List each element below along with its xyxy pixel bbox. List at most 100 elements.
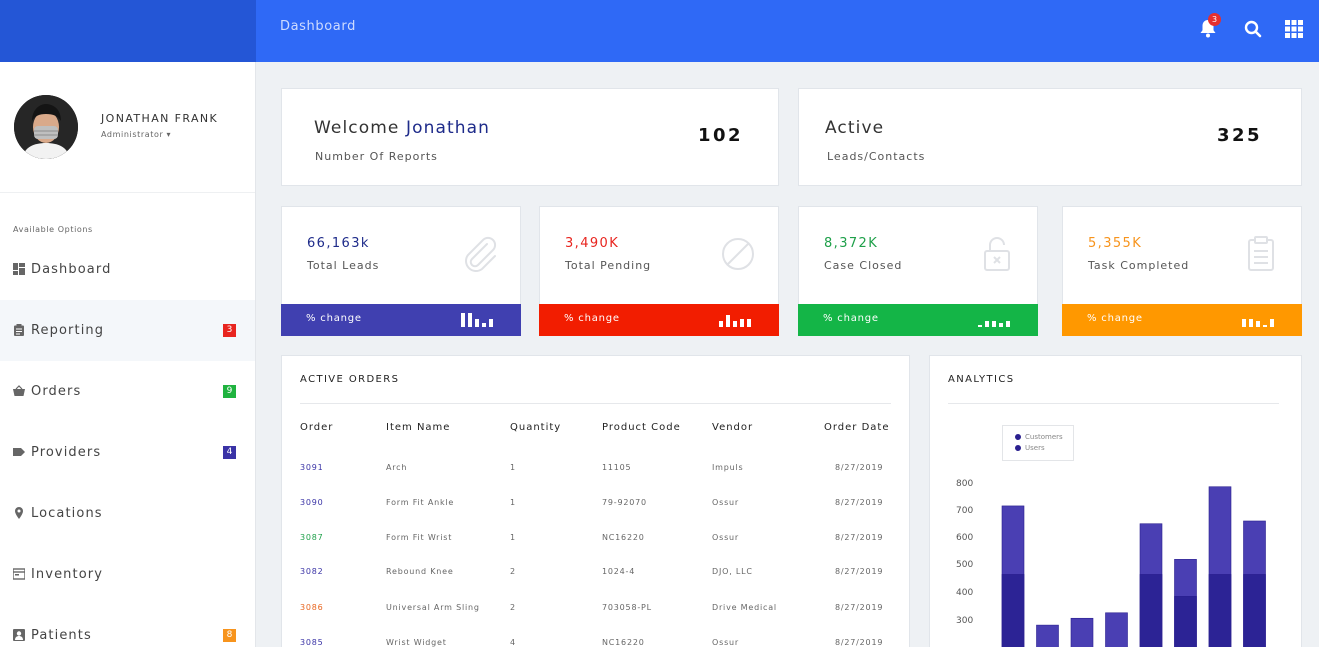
search-icon [1244,20,1262,38]
dashboard-icon [13,263,25,275]
order-date-cell: 8/27/2019 [835,603,884,612]
item-name-cell: Universal Arm Sling [386,603,480,612]
column-header-order-date[interactable]: Order Date [824,422,890,433]
order-id-link[interactable]: 3090 [300,498,324,507]
table-row[interactable]: 3091 Arch 1 11105 Impuls 8/27/2019 [282,463,909,498]
user-role-dropdown[interactable]: Administrator ▾ [101,130,171,139]
chart-bar-users-8[interactable] [1243,574,1266,647]
leads-count: 325 [1217,125,1263,146]
notification-badge: 3 [1208,13,1221,26]
quantity-cell: 1 [510,463,516,472]
sidebar-item-label: Dashboard [31,262,112,277]
stat-change-bar: % change [1062,304,1302,336]
chart-bar-customers-2[interactable] [1036,624,1059,647]
avatar[interactable] [14,95,78,159]
inventory-icon [13,568,25,580]
stat-value: 8,372K [824,236,879,251]
order-id-link[interactable]: 3082 [300,567,324,576]
stat-card-total-pending[interactable]: 3,490K Total Pending % change [539,206,779,336]
sparkline [978,313,1012,327]
table-row[interactable]: 3090 Form Fit Ankle 1 79-92070 Ossur 8/2… [282,498,909,533]
chart-bar-customers-3[interactable] [1070,617,1094,647]
sparkline [461,313,495,327]
divider [300,403,891,404]
notifications-button[interactable]: 3 [1198,13,1221,40]
column-header-item-name[interactable]: Item Name [386,422,450,433]
stat-card-task-completed[interactable]: 5,355K Task Completed % change [1062,206,1302,336]
order-id-link[interactable]: 3091 [300,463,324,472]
vendor-cell: Ossur [712,498,739,507]
user-photo [14,95,78,159]
sparkline-bar [978,325,982,327]
product-code-cell: 1024-4 [602,567,636,576]
user-profile: JONATHAN FRANK Administrator ▾ [0,62,255,193]
sparkline-bar [489,319,493,327]
quantity-cell: 1 [510,533,516,542]
unlock-icon [984,237,1010,271]
apps-menu-button[interactable] [1283,18,1305,40]
sidebar-item-locations[interactable]: Locations [0,483,255,544]
sidebar-item-label: Inventory [31,567,103,582]
table-row[interactable]: 3085 Wrist Widget 4 NC16220 Ossur 8/27/2… [282,638,909,647]
breadcrumb[interactable]: Dashboard [280,19,356,34]
tag-icon [13,448,25,456]
stat-value: 5,355K [1088,236,1143,251]
sidebar-item-reporting[interactable]: Reporting 3 [0,300,255,361]
order-date-cell: 8/27/2019 [835,533,884,542]
order-id-link[interactable]: 3087 [300,533,324,542]
sparkline-bar [468,313,472,327]
order-date-cell: 8/27/2019 [835,498,884,507]
change-label: % change [823,313,879,324]
quantity-cell: 4 [510,638,516,647]
welcome-subtitle: Number Of Reports [315,150,438,163]
sidebar-item-inventory[interactable]: Inventory [0,544,255,605]
sparkline-bar [461,313,465,327]
chart-bar-users-5[interactable] [1139,574,1163,647]
vendor-cell: DJO, LLC [712,567,753,576]
column-header-vendor[interactable]: Vendor [712,422,753,433]
chart-bar-users-1[interactable] [1001,574,1025,647]
apps-grid-icon [1285,20,1303,38]
vendor-cell: Drive Medical [712,603,777,612]
reporting-count-badge: 3 [223,324,236,337]
search-button[interactable] [1242,18,1264,40]
chart-bar-users-6[interactable] [1174,596,1197,647]
chart-bar-customers-4[interactable] [1105,612,1128,647]
sparkline-bar [999,323,1003,327]
table-row[interactable]: 3082 Rebound Knee 2 1024-4 DJO, LLC 8/27… [282,567,909,602]
stat-label: Task Completed [1088,259,1190,272]
sidebar-section-label: Available Options [13,225,93,234]
chart-bar-users-7[interactable] [1208,574,1232,647]
sparkline-bar [719,321,723,327]
basket-icon [13,385,25,396]
patients-count-badge: 8 [223,629,236,642]
sidebar-item-orders[interactable]: Orders 9 [0,361,255,422]
order-id-link[interactable]: 3086 [300,603,324,612]
sparkline-bar [482,323,486,327]
table-row[interactable]: 3087 Form Fit Wrist 1 NC16220 Ossur 8/27… [282,533,909,568]
stat-label: Total Leads [307,259,380,272]
column-header-product-code[interactable]: Product Code [602,422,681,433]
column-header-quantity[interactable]: Quantity [510,422,561,433]
paperclip-icon [465,236,497,272]
stat-card-total-leads[interactable]: 66,163k Total Leads % change [281,206,521,336]
vendor-cell: Ossur [712,638,739,647]
product-code-cell: NC16220 [602,533,645,542]
sparkline-bar [726,315,730,327]
analytics-bar-chart [1001,486,1266,647]
sparkline [719,313,753,327]
stat-card-case-closed[interactable]: 8,372K Case Closed % change [798,206,1038,336]
table-row[interactable]: 3086 Universal Arm Sling 2 703058-PL Dri… [282,603,909,638]
sparkline-bar [1256,321,1260,327]
order-id-link[interactable]: 3085 [300,638,324,647]
sidebar-item-dashboard[interactable]: Dashboard [0,239,255,300]
column-header-order[interactable]: Order [300,422,333,433]
sparkline-bar [747,319,751,327]
active-orders-panel: ACTIVE ORDERS Order Item Name Quantity P… [281,355,910,647]
welcome-card: Welcome Jonathan Number Of Reports 102 [281,88,779,186]
order-date-cell: 8/27/2019 [835,463,884,472]
ban-icon [722,238,754,270]
sidebar-item-patients[interactable]: Patients 8 [0,605,255,647]
sidebar-item-providers[interactable]: Providers 4 [0,422,255,483]
stat-label: Total Pending [565,259,652,272]
